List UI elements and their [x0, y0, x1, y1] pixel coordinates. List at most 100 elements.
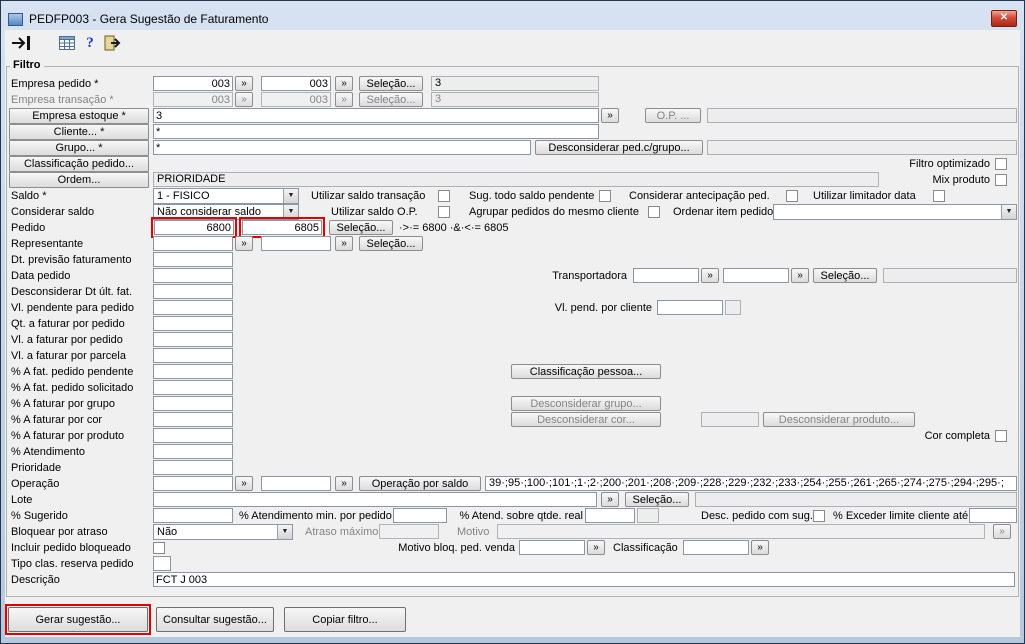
saldo-combo[interactable]: 1 - FISICO ▼ [153, 188, 299, 204]
atendimento-min-input[interactable] [393, 508, 447, 523]
cor-completa-checkbox[interactable] [995, 430, 1007, 442]
classificacao-input[interactable] [683, 540, 749, 555]
ordenar-item-label: Ordenar item pedido [673, 206, 774, 218]
classificacao-pedido-button[interactable]: Classificação pedido... [9, 156, 149, 172]
dialog-body: ? Filtro Empresa pedido * » » Seleção...… [5, 30, 1020, 637]
close-button[interactable]: ✕ [991, 10, 1017, 27]
motivo-bloq-lookup-button[interactable]: » [587, 540, 605, 555]
pedido-from-input[interactable] [154, 220, 234, 235]
motivo-bloq-input[interactable] [519, 540, 585, 555]
transportadora-to-lookup-button[interactable]: » [791, 268, 809, 283]
lote-selecao-button[interactable]: Seleção... [625, 492, 689, 507]
filtro-optimizado-checkbox[interactable] [995, 158, 1007, 170]
operacao-to-lookup-button[interactable]: » [335, 476, 353, 491]
descricao-input[interactable] [153, 572, 1015, 587]
representante-from-lookup-button[interactable]: » [235, 236, 253, 251]
empresa-pedido-to-lookup-button[interactable]: » [335, 76, 353, 91]
transportadora-from-input[interactable] [633, 268, 699, 283]
pct-atendimento-input[interactable] [153, 444, 233, 459]
row-data-pedido: Data pedido Transportadora » » Seleção..… [7, 268, 1018, 284]
agrupar-pedidos-checkbox[interactable] [648, 206, 660, 218]
classificacao-lookup-button[interactable]: » [751, 540, 769, 555]
grupo-input[interactable] [153, 140, 531, 155]
qt-faturar-label: Qt. a faturar por pedido [11, 318, 125, 330]
dt-previsao-input[interactable] [153, 252, 233, 267]
data-pedido-input[interactable] [153, 268, 233, 283]
empresa-estoque-lookup-button[interactable]: » [601, 108, 619, 123]
pct-produto-input[interactable] [153, 428, 233, 443]
quit-icon[interactable] [101, 32, 125, 54]
operacao-from-input[interactable] [153, 476, 233, 491]
representante-selecao-button[interactable]: Seleção... [359, 236, 423, 251]
motivo-label: Motivo [457, 526, 490, 538]
cliente-button[interactable]: Cliente... * [9, 124, 149, 140]
sug-todo-saldo-checkbox[interactable] [599, 190, 611, 202]
bloquear-atraso-combo[interactable]: Não ▼ [153, 524, 293, 540]
representante-label: Representante [11, 238, 84, 250]
desc-pedido-sug-checkbox[interactable] [813, 510, 825, 522]
transportadora-from-lookup-button[interactable]: » [701, 268, 719, 283]
atend-qtde-real-label: % Atend. sobre qtde. real [459, 510, 583, 522]
classificacao-pessoa-button[interactable]: Classificação pessoa... [511, 364, 661, 379]
mix-produto-checkbox[interactable] [995, 174, 1007, 186]
transportadora-selecao-button[interactable]: Seleção... [813, 268, 877, 283]
pct-sugerido-input[interactable] [153, 508, 233, 523]
transportadora-to-input[interactable] [723, 268, 789, 283]
utilizar-limitador-checkbox[interactable] [933, 190, 945, 202]
annotation-highlight [151, 217, 237, 238]
lote-lookup-button[interactable]: » [601, 492, 619, 507]
exit-icon[interactable] [9, 32, 33, 54]
operacao-from-lookup-button[interactable]: » [235, 476, 253, 491]
ordem-button[interactable]: Ordem... [9, 172, 149, 188]
vl-pend-cliente-input[interactable] [657, 300, 723, 315]
bloquear-atraso-label: Bloquear por atraso [11, 526, 108, 538]
pct-grupo-input[interactable] [153, 396, 233, 411]
data-pedido-label: Data pedido [11, 270, 71, 282]
vl-pendente-input[interactable] [153, 300, 233, 315]
browse-grid-icon[interactable] [55, 32, 79, 54]
desconsiderar-ped-grupo-button[interactable]: Desconsiderar ped.c/grupo... [535, 140, 703, 155]
empresa-transacao-from-input [153, 92, 233, 107]
tipo-clas-input[interactable] [153, 556, 171, 571]
cor-completa-label: Cor completa [924, 430, 990, 442]
desconsiderar-cor-button: Desconsiderar cor... [511, 412, 661, 427]
empresa-estoque-input[interactable] [153, 108, 599, 123]
help-icon[interactable]: ? [78, 32, 102, 54]
utilizar-saldo-op-checkbox[interactable] [438, 206, 450, 218]
utilizar-saldo-transacao-checkbox[interactable] [438, 190, 450, 202]
empresa-pedido-from-lookup-button[interactable]: » [235, 76, 253, 91]
exceder-limite-input[interactable] [969, 508, 1017, 523]
consultar-sugestao-button[interactable]: Consultar sugestão... [156, 607, 274, 632]
empresa-pedido-from-input[interactable] [153, 76, 233, 91]
pct-fat-solicitado-input[interactable] [153, 380, 233, 395]
incluir-bloqueado-checkbox[interactable] [153, 542, 165, 554]
grupo-button[interactable]: Grupo... * [9, 140, 149, 156]
lote-input[interactable] [153, 492, 597, 507]
copiar-filtro-button[interactable]: Copiar filtro... [284, 607, 406, 632]
vl-faturar-parcela-input[interactable] [153, 348, 233, 363]
operacao-por-saldo-button[interactable]: Operação por saldo [359, 476, 481, 491]
ordenar-item-combo[interactable]: ▼ [773, 204, 1017, 220]
pedido-to-input[interactable] [242, 220, 322, 235]
desconsiderar-dt-input[interactable] [153, 284, 233, 299]
empresa-pedido-to-input[interactable] [261, 76, 331, 91]
gerar-sugestao-button[interactable]: Gerar sugestão... [8, 607, 148, 632]
qt-faturar-input[interactable] [153, 316, 233, 331]
atend-qtde-real-input[interactable] [585, 508, 635, 523]
representante-from-input[interactable] [153, 236, 233, 251]
pedido-selecao-button[interactable]: Seleção... [329, 220, 393, 235]
row-saldo: Saldo * 1 - FISICO ▼ Utilizar saldo tran… [7, 188, 1018, 204]
operacao-to-input[interactable] [261, 476, 331, 491]
tipo-clas-label: Tipo clas. reserva pedido [11, 558, 134, 570]
pedido-range-expression: ·>·= 6800 ·&·<·= 6805 [399, 222, 509, 234]
pct-cor-input[interactable] [153, 412, 233, 427]
prioridade-input[interactable] [153, 460, 233, 475]
representante-to-lookup-button[interactable]: » [335, 236, 353, 251]
vl-faturar-pedido-input[interactable] [153, 332, 233, 347]
empresa-pedido-selecao-button[interactable]: Seleção... [359, 76, 423, 91]
representante-to-input[interactable] [261, 236, 331, 251]
pct-fat-pendente-input[interactable] [153, 364, 233, 379]
empresa-estoque-button[interactable]: Empresa estoque * [9, 108, 149, 124]
cliente-input[interactable] [153, 124, 599, 139]
considerar-antecipacao-checkbox[interactable] [786, 190, 798, 202]
